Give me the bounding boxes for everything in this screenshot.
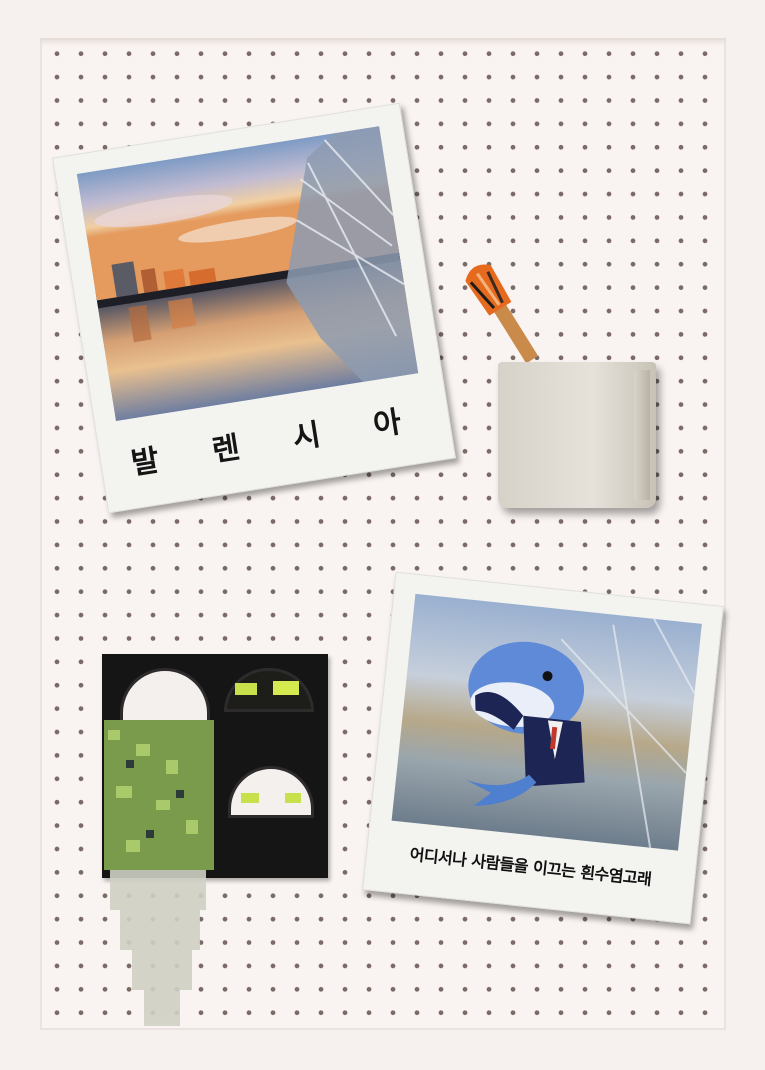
polaroid-valencia: 발 렌 시 아 [52, 102, 456, 514]
whale-illustration [466, 618, 696, 848]
photo-valencia-skyline [76, 126, 419, 421]
photo-whale [391, 593, 702, 851]
planter-pot [224, 668, 314, 712]
skyline-image [76, 126, 419, 421]
polaroid-whale: 어디서나 사람들을 이끄는 흰수염고래 [362, 571, 724, 925]
ivy-icon [104, 720, 214, 1026]
planter-pot [228, 766, 314, 818]
paintbrush-icon [458, 258, 548, 368]
cup-icon [498, 362, 656, 508]
